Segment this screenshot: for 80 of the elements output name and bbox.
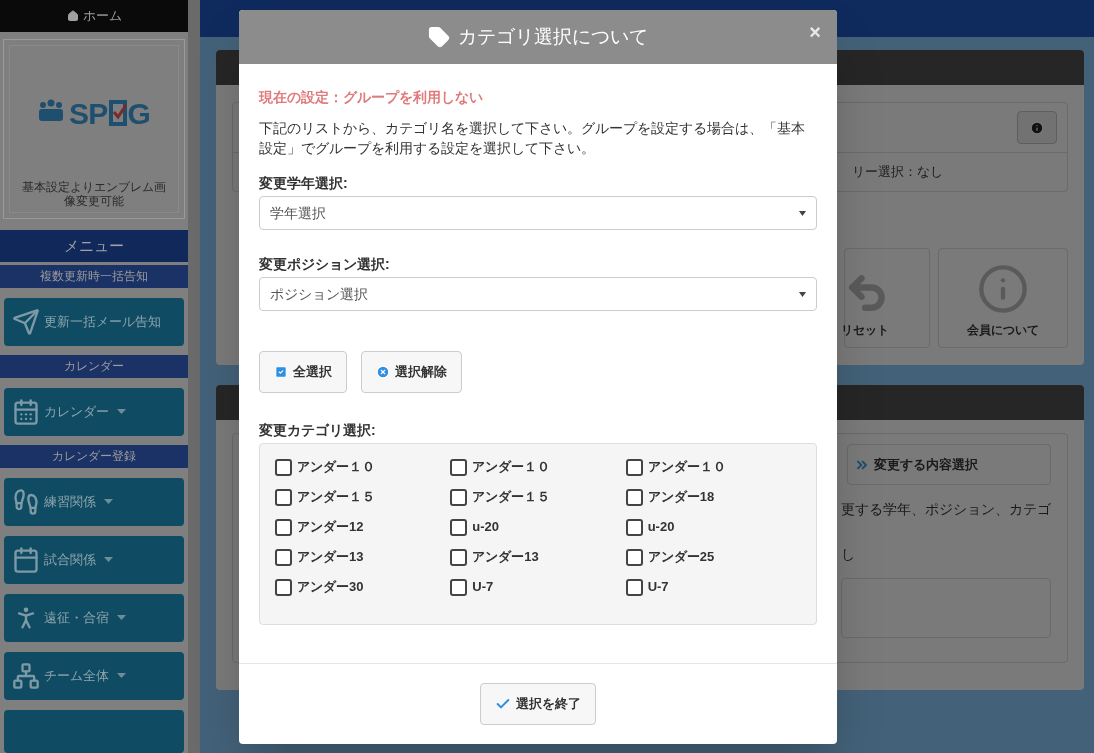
description-text: 下記のリストから、カテゴリ名を選択して下さい。グループを設定する場合は、「基本設定」でグループを利用する設定を選択して下さい。: [259, 119, 806, 158]
checkbox-icon: [274, 365, 288, 379]
calendar-icon: [12, 397, 40, 426]
category-checkbox[interactable]: アンダー１０: [275, 457, 451, 477]
logo-text: G: [127, 95, 151, 132]
logo-text: SP: [69, 95, 108, 132]
checkbox[interactable]: [625, 458, 643, 476]
hierarchy-icon: [12, 661, 40, 690]
menu-button[interactable]: 更新一括メール告知: [4, 297, 184, 346]
select-field[interactable]: 学年選択: [259, 196, 817, 230]
checkbox[interactable]: [275, 488, 292, 506]
category-checkbox[interactable]: U-7: [625, 577, 801, 597]
checkbox[interactable]: [625, 518, 643, 536]
dropdown-arrow-icon: [799, 291, 806, 297]
category-checkbox[interactable]: アンダー１０: [625, 457, 801, 477]
checkbox[interactable]: [275, 548, 292, 566]
menu-button[interactable]: 練習関係: [4, 477, 184, 526]
status-text: リー選択：なし: [852, 163, 943, 182]
checkbox[interactable]: [450, 518, 468, 536]
caret-icon: [104, 557, 113, 563]
category-checkbox[interactable]: u-20: [625, 517, 801, 537]
section-header: カレンダー: [0, 354, 188, 378]
calendar-icon: [12, 545, 40, 574]
category-checkbox[interactable]: アンダー１５: [275, 487, 451, 507]
x-circle-icon: [376, 365, 390, 379]
finish-button[interactable]: 選択を終了: [480, 683, 596, 725]
emblem-caption: 基本設定よりエンブレム画像変更可能: [21, 180, 167, 209]
change-select-button[interactable]: 変更する内容選択: [847, 444, 1051, 485]
checkbox[interactable]: [275, 518, 292, 536]
menu-button[interactable]: 試合関係: [4, 535, 184, 584]
category-checkbox[interactable]: アンダー30: [275, 577, 451, 597]
checkbox[interactable]: [450, 458, 468, 476]
checkbox[interactable]: [275, 458, 292, 476]
action-tile[interactable]: 会員について: [938, 248, 1068, 348]
notice-text: 現在の設定：グループを利用しない: [259, 88, 484, 107]
menu-header: メニュー: [0, 230, 188, 262]
caret-icon: [117, 409, 126, 415]
category-checkbox[interactable]: u-20: [450, 517, 626, 537]
field-label: 変更カテゴリ選択:: [259, 421, 377, 440]
field-label: 変更ポジション選択:: [259, 255, 391, 274]
info-icon: [1030, 120, 1044, 135]
menu-button[interactable]: 遠征・合宿: [4, 593, 184, 642]
checkbox[interactable]: [625, 488, 643, 506]
category-checkbox[interactable]: アンダー13: [275, 547, 451, 567]
menu-button[interactable]: カレンダー: [4, 387, 184, 436]
action-tile[interactable]: リセット: [844, 248, 930, 348]
field-label: 変更学年選択:: [259, 174, 349, 193]
category-checkbox[interactable]: アンダー１０: [450, 457, 626, 477]
category-checkbox[interactable]: U-7: [450, 577, 626, 597]
home-link[interactable]: ホーム: [0, 0, 188, 33]
category-checkbox[interactable]: アンダー25: [625, 547, 801, 567]
change-description: 更する学年、ポジション、カテゴ: [841, 500, 1051, 519]
caret-icon: [117, 615, 126, 621]
checkbox[interactable]: [625, 548, 643, 566]
info-button[interactable]: [1017, 111, 1057, 144]
paper-plane-icon: [12, 307, 40, 336]
checkbox-logo-icon: [108, 100, 127, 127]
menu-button[interactable]: チーム全体: [4, 651, 184, 700]
checkbox[interactable]: [450, 548, 468, 566]
deselect-button[interactable]: 選択解除: [361, 351, 462, 393]
checkbox[interactable]: [450, 578, 468, 596]
info-icon: [977, 263, 1029, 315]
category-checkbox[interactable]: アンダー13: [450, 547, 626, 567]
home-icon: [66, 10, 79, 23]
category-checkbox[interactable]: アンダー18: [625, 487, 801, 507]
checkbox[interactable]: [450, 488, 468, 506]
modal-title: カテゴリ選択について: [458, 24, 648, 49]
section-header: カレンダー登録: [0, 444, 188, 468]
category-checkbox[interactable]: アンダー12: [275, 517, 451, 537]
select-all-button[interactable]: 全選択: [259, 351, 347, 393]
change-description: し: [841, 545, 855, 564]
section-header: 複数更新時一括告知: [0, 264, 188, 288]
select-field[interactable]: ポジション選択: [259, 277, 817, 311]
caret-icon: [104, 499, 113, 505]
checkbox[interactable]: [275, 578, 292, 596]
caret-icon: [117, 673, 126, 679]
tag-icon: [428, 26, 450, 48]
checkbox[interactable]: [625, 578, 643, 596]
category-checkbox[interactable]: アンダー１５: [450, 487, 626, 507]
dropdown-arrow-icon: [799, 210, 806, 216]
